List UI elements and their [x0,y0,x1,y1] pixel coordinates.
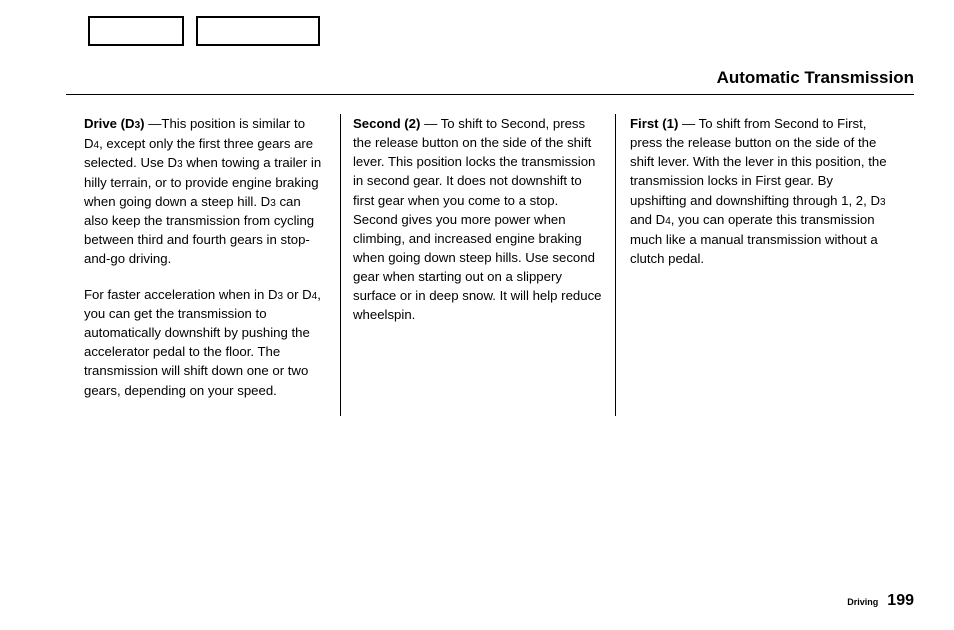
text: and D [630,212,665,227]
second-gear-paragraph: Second (2) — To shift to Second, press t… [353,114,603,325]
text: For faster acceleration when in D [84,287,278,302]
column-3: First (1) — To shift from Second to Firs… [616,114,892,416]
page-title: Automatic Transmission [717,68,914,88]
column-2: Second (2) — To shift to Second, press t… [340,114,616,416]
column-1: Drive (D3) —This position is similar to … [84,114,340,416]
page-footer: Driving 199 [847,592,914,610]
acceleration-paragraph: For faster acceleration when in D3 or D4… [84,285,322,400]
lead: Drive (D [84,116,135,131]
lead: Second (2) [353,116,420,131]
content-columns: Drive (D3) —This position is similar to … [84,114,892,416]
nav-boxes [88,16,320,46]
nav-box-2[interactable] [196,16,320,46]
text: — To shift to Second, press the release … [353,116,602,322]
drive-d3-paragraph: Drive (D3) —This position is similar to … [84,114,322,269]
nav-box-1[interactable] [88,16,184,46]
page-number: 199 [887,592,914,609]
sub: 3 [880,197,886,208]
header-rule [66,94,914,95]
lead: First (1) [630,116,678,131]
text: or D [283,287,312,302]
first-gear-paragraph: First (1) — To shift from Second to Firs… [630,114,892,268]
section-label: Driving [847,597,878,607]
text: , you can get the transmission to automa… [84,287,321,398]
